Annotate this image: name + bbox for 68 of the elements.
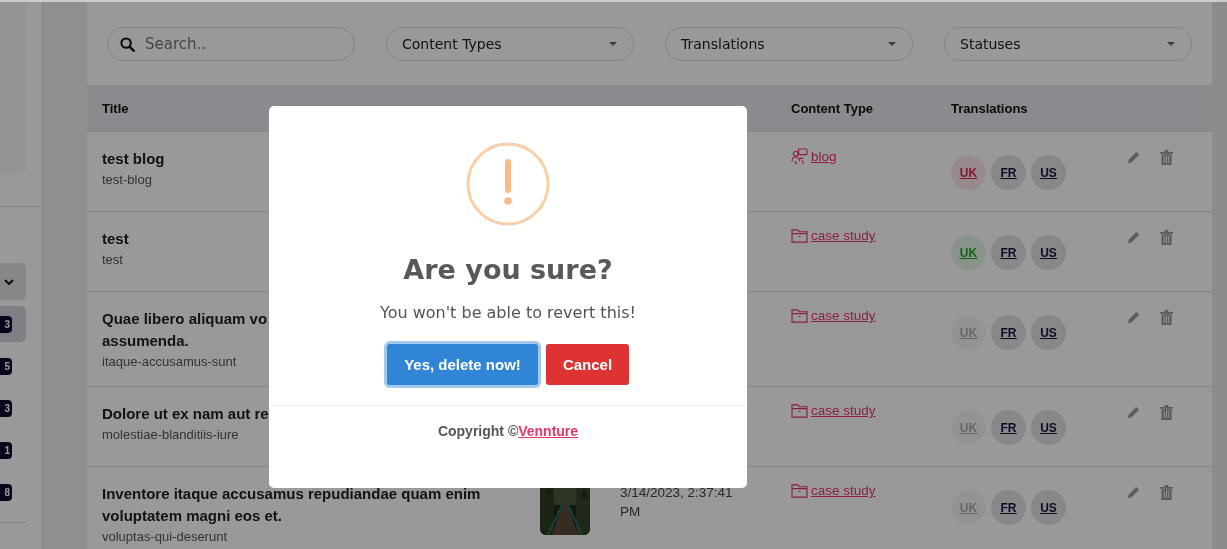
language-badge[interactable]: FR [991,155,1026,190]
row-title: test [102,229,130,249]
language-badge[interactable]: FR [991,315,1026,350]
chevron-down-icon [4,278,14,285]
search-field[interactable]: Search.. [107,26,355,61]
trash-icon[interactable] [1160,150,1173,165]
content-type-link[interactable]: case study [791,403,876,418]
row-slug: itaque-accusamus-sunt [102,354,237,370]
folder-icon [791,403,808,418]
language-badge[interactable]: US [1031,235,1066,270]
trash-icon[interactable] [1160,310,1173,325]
edit-icon[interactable] [1126,310,1141,325]
language-badge[interactable]: UK [951,155,986,190]
trash-icon[interactable] [1160,485,1173,500]
sidebar-item[interactable]: 3 [0,306,26,342]
folder-icon [791,483,808,498]
content-type-link[interactable]: blog [791,148,837,165]
trash-icon[interactable] [1160,405,1173,420]
language-badge[interactable]: US [1031,315,1066,350]
content-type-link[interactable]: case study [791,308,876,323]
caret-icon [609,41,617,46]
language-badge[interactable]: FR [991,490,1026,525]
row-title: Dolore ut ex nam aut re [102,404,270,424]
caret-icon [1167,41,1175,46]
filter-dropdown[interactable]: Translations [665,26,913,61]
dialog-message: You won't be able to revert this! [380,303,636,322]
filter-dropdown[interactable]: Statuses [944,26,1192,61]
language-badge[interactable]: US [1031,490,1066,525]
filter-dropdown[interactable]: Content Types [386,26,634,61]
row-slug: test-blog [102,172,152,188]
date-text: 3/14/2023, 2:37:41 PM [620,484,734,521]
brand-link[interactable]: Vennture [518,423,579,439]
edit-icon[interactable] [1126,485,1141,500]
edit-icon[interactable] [1126,405,1141,420]
row-title: Inventore itaque accusamus repudiandae quam enim voluptatem magni eos et. [102,484,482,526]
trash-icon[interactable] [1160,230,1173,245]
row-slug: voluptas-qui-deserunt [102,529,228,545]
edit-icon[interactable] [1126,150,1141,165]
language-badge[interactable]: FR [991,235,1026,270]
warning-icon [466,142,550,226]
language-badge[interactable]: US [1031,155,1066,190]
folder-icon [791,308,808,323]
people-chat-icon [791,148,808,165]
count-badge: 3 [0,399,12,417]
row-title: Quae libero aliquam vo assumenda. [102,309,269,351]
cancel-button[interactable]: Cancel [546,344,629,385]
row-slug: test [102,252,123,268]
dialog-title: Are you sure? [403,254,613,285]
confirm-button[interactable]: Yes, delete now! [387,344,538,385]
caret-icon [888,41,896,46]
language-badge[interactable]: FR [991,410,1026,445]
copyright-text: Copyright © [437,423,519,439]
collapse-button[interactable] [0,263,26,300]
row-slug: molestiae-blanditiis-iure [102,427,239,443]
count-badge: 8 [0,483,12,501]
content-type-link[interactable]: case study [791,228,876,243]
row-title: test blog [102,149,166,169]
count-badge: 5 [0,357,12,375]
language-badge[interactable]: US [1031,410,1066,445]
column-header: Translations [951,100,1028,116]
folder-icon [791,228,808,243]
edit-icon[interactable] [1126,230,1141,245]
count-badge: 1 [0,441,12,459]
search-icon [120,36,135,52]
count-badge: 3 [0,315,12,333]
column-header: Title [102,100,129,116]
content-type-link[interactable]: case study [791,483,876,498]
column-header: Content Type [791,100,874,116]
